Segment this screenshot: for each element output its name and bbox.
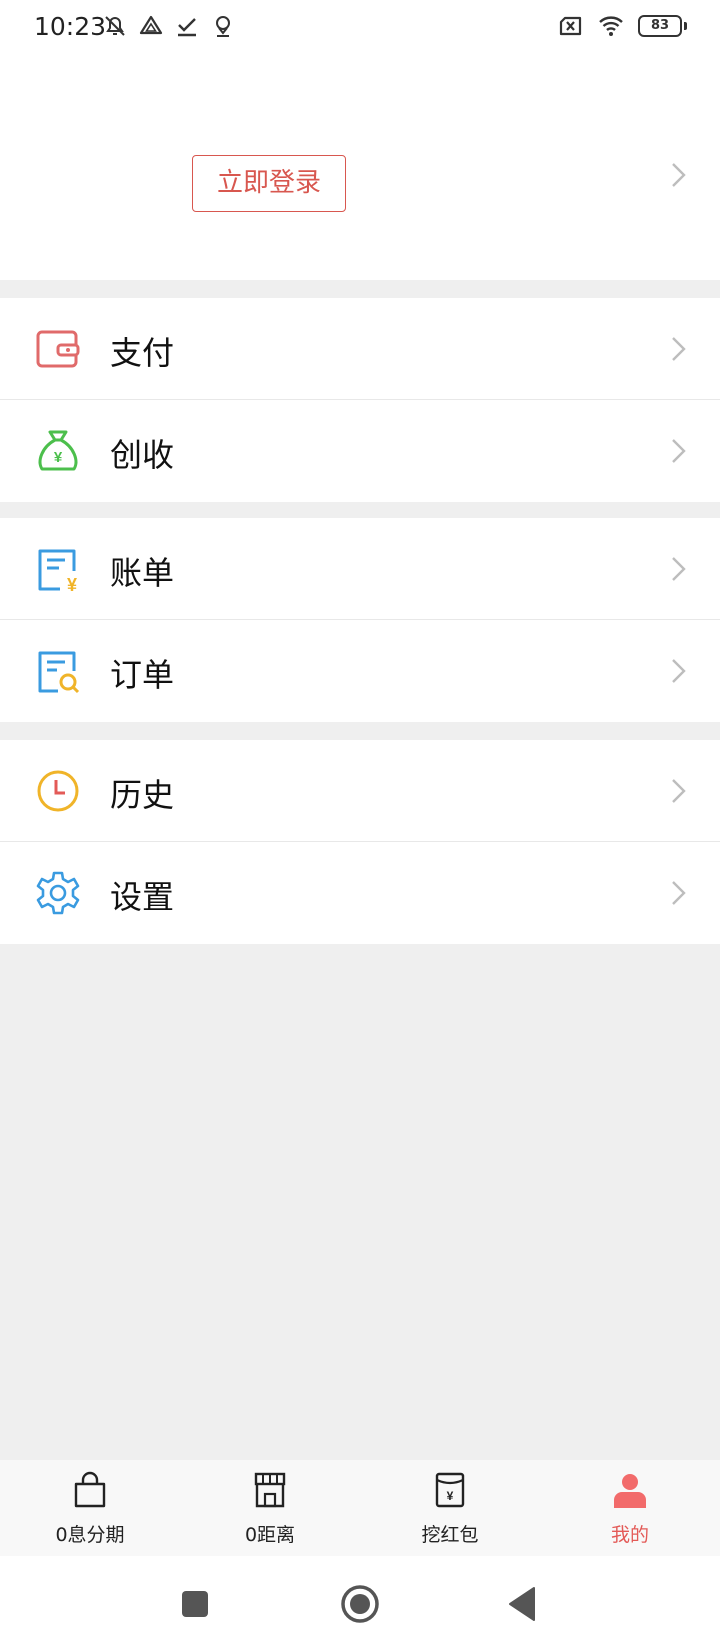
- red-envelope-icon: ¥: [435, 1472, 465, 1508]
- status-icons-left: [102, 13, 236, 39]
- home-icon[interactable]: [338, 1582, 382, 1626]
- tab-label: 挖红包: [421, 1524, 479, 1546]
- svg-text:¥: ¥: [54, 449, 63, 466]
- menu-item-payment[interactable]: 支付: [0, 298, 720, 400]
- battery-icon: 83: [638, 15, 687, 37]
- location-pin-icon: [216, 16, 230, 37]
- back-icon[interactable]: [502, 1582, 546, 1626]
- login-panel: 立即登录: [0, 56, 720, 280]
- drive-icon: [139, 15, 163, 35]
- menu-label-income: 创收: [110, 436, 175, 474]
- tab-label: 我的: [610, 1524, 649, 1546]
- status-bar: 10:23 83: [0, 0, 720, 56]
- shopping-bag-icon: [74, 1471, 106, 1508]
- menu-label-bill: 账单: [110, 554, 175, 592]
- bill-icon: ¥: [38, 549, 77, 593]
- login-button[interactable]: 立即登录: [192, 155, 346, 212]
- store-icon: [254, 1472, 286, 1508]
- chevron-right-icon: [672, 659, 686, 683]
- menu-item-income[interactable]: ¥ 创收: [0, 400, 720, 502]
- menu-item-order[interactable]: 订单: [0, 620, 720, 722]
- system-nav-bar: [0, 1556, 720, 1650]
- order-search-icon: [38, 651, 80, 694]
- recent-apps-icon[interactable]: [173, 1582, 217, 1626]
- menu-item-bill[interactable]: ¥ 账单: [0, 518, 720, 620]
- tab-installment[interactable]: 0息分期: [0, 1460, 180, 1556]
- svg-text:¥: ¥: [67, 575, 77, 593]
- chevron-right-icon: [672, 337, 686, 361]
- tab-label: 0距离: [244, 1524, 296, 1546]
- menu-label-settings: 设置: [110, 878, 175, 916]
- wallet-icon: [36, 330, 80, 368]
- wifi-icon: [599, 16, 623, 36]
- download-done-icon: [178, 18, 196, 37]
- menu-section-records: ¥ 账单 订单: [0, 518, 720, 722]
- chevron-right-icon: [672, 557, 686, 581]
- clock-icon: [37, 770, 79, 812]
- tab-nearby[interactable]: 0距离: [180, 1460, 360, 1556]
- svg-text:¥: ¥: [447, 1489, 454, 1503]
- no-sim-icon: [559, 16, 582, 36]
- menu-section-misc: 历史 设置: [0, 740, 720, 944]
- mute-bell-icon: [105, 16, 125, 36]
- tab-label: 0息分期: [55, 1524, 125, 1546]
- chevron-right-icon[interactable]: [668, 160, 690, 190]
- menu-section-finance: 支付 ¥ 创收: [0, 298, 720, 502]
- chevron-right-icon: [672, 779, 686, 803]
- menu-label-order: 订单: [110, 656, 175, 694]
- money-bag-icon: ¥: [38, 430, 78, 471]
- chevron-right-icon: [672, 439, 686, 463]
- tab-red-envelope[interactable]: ¥ 挖红包: [360, 1460, 540, 1556]
- person-icon: [614, 1474, 646, 1508]
- menu-label-history: 历史: [110, 776, 175, 814]
- menu-item-history[interactable]: 历史: [0, 740, 720, 842]
- status-time: 10:23: [34, 12, 107, 41]
- menu-item-settings[interactable]: 设置: [0, 842, 720, 944]
- menu-label-payment: 支付: [110, 334, 175, 372]
- tab-mine[interactable]: 我的: [540, 1460, 720, 1556]
- gear-icon: [36, 871, 80, 915]
- status-icons-right: 83: [558, 13, 687, 39]
- chevron-right-icon: [672, 881, 686, 905]
- bottom-tab-bar: 0息分期 0距离 ¥ 挖红包 我的: [0, 1460, 720, 1556]
